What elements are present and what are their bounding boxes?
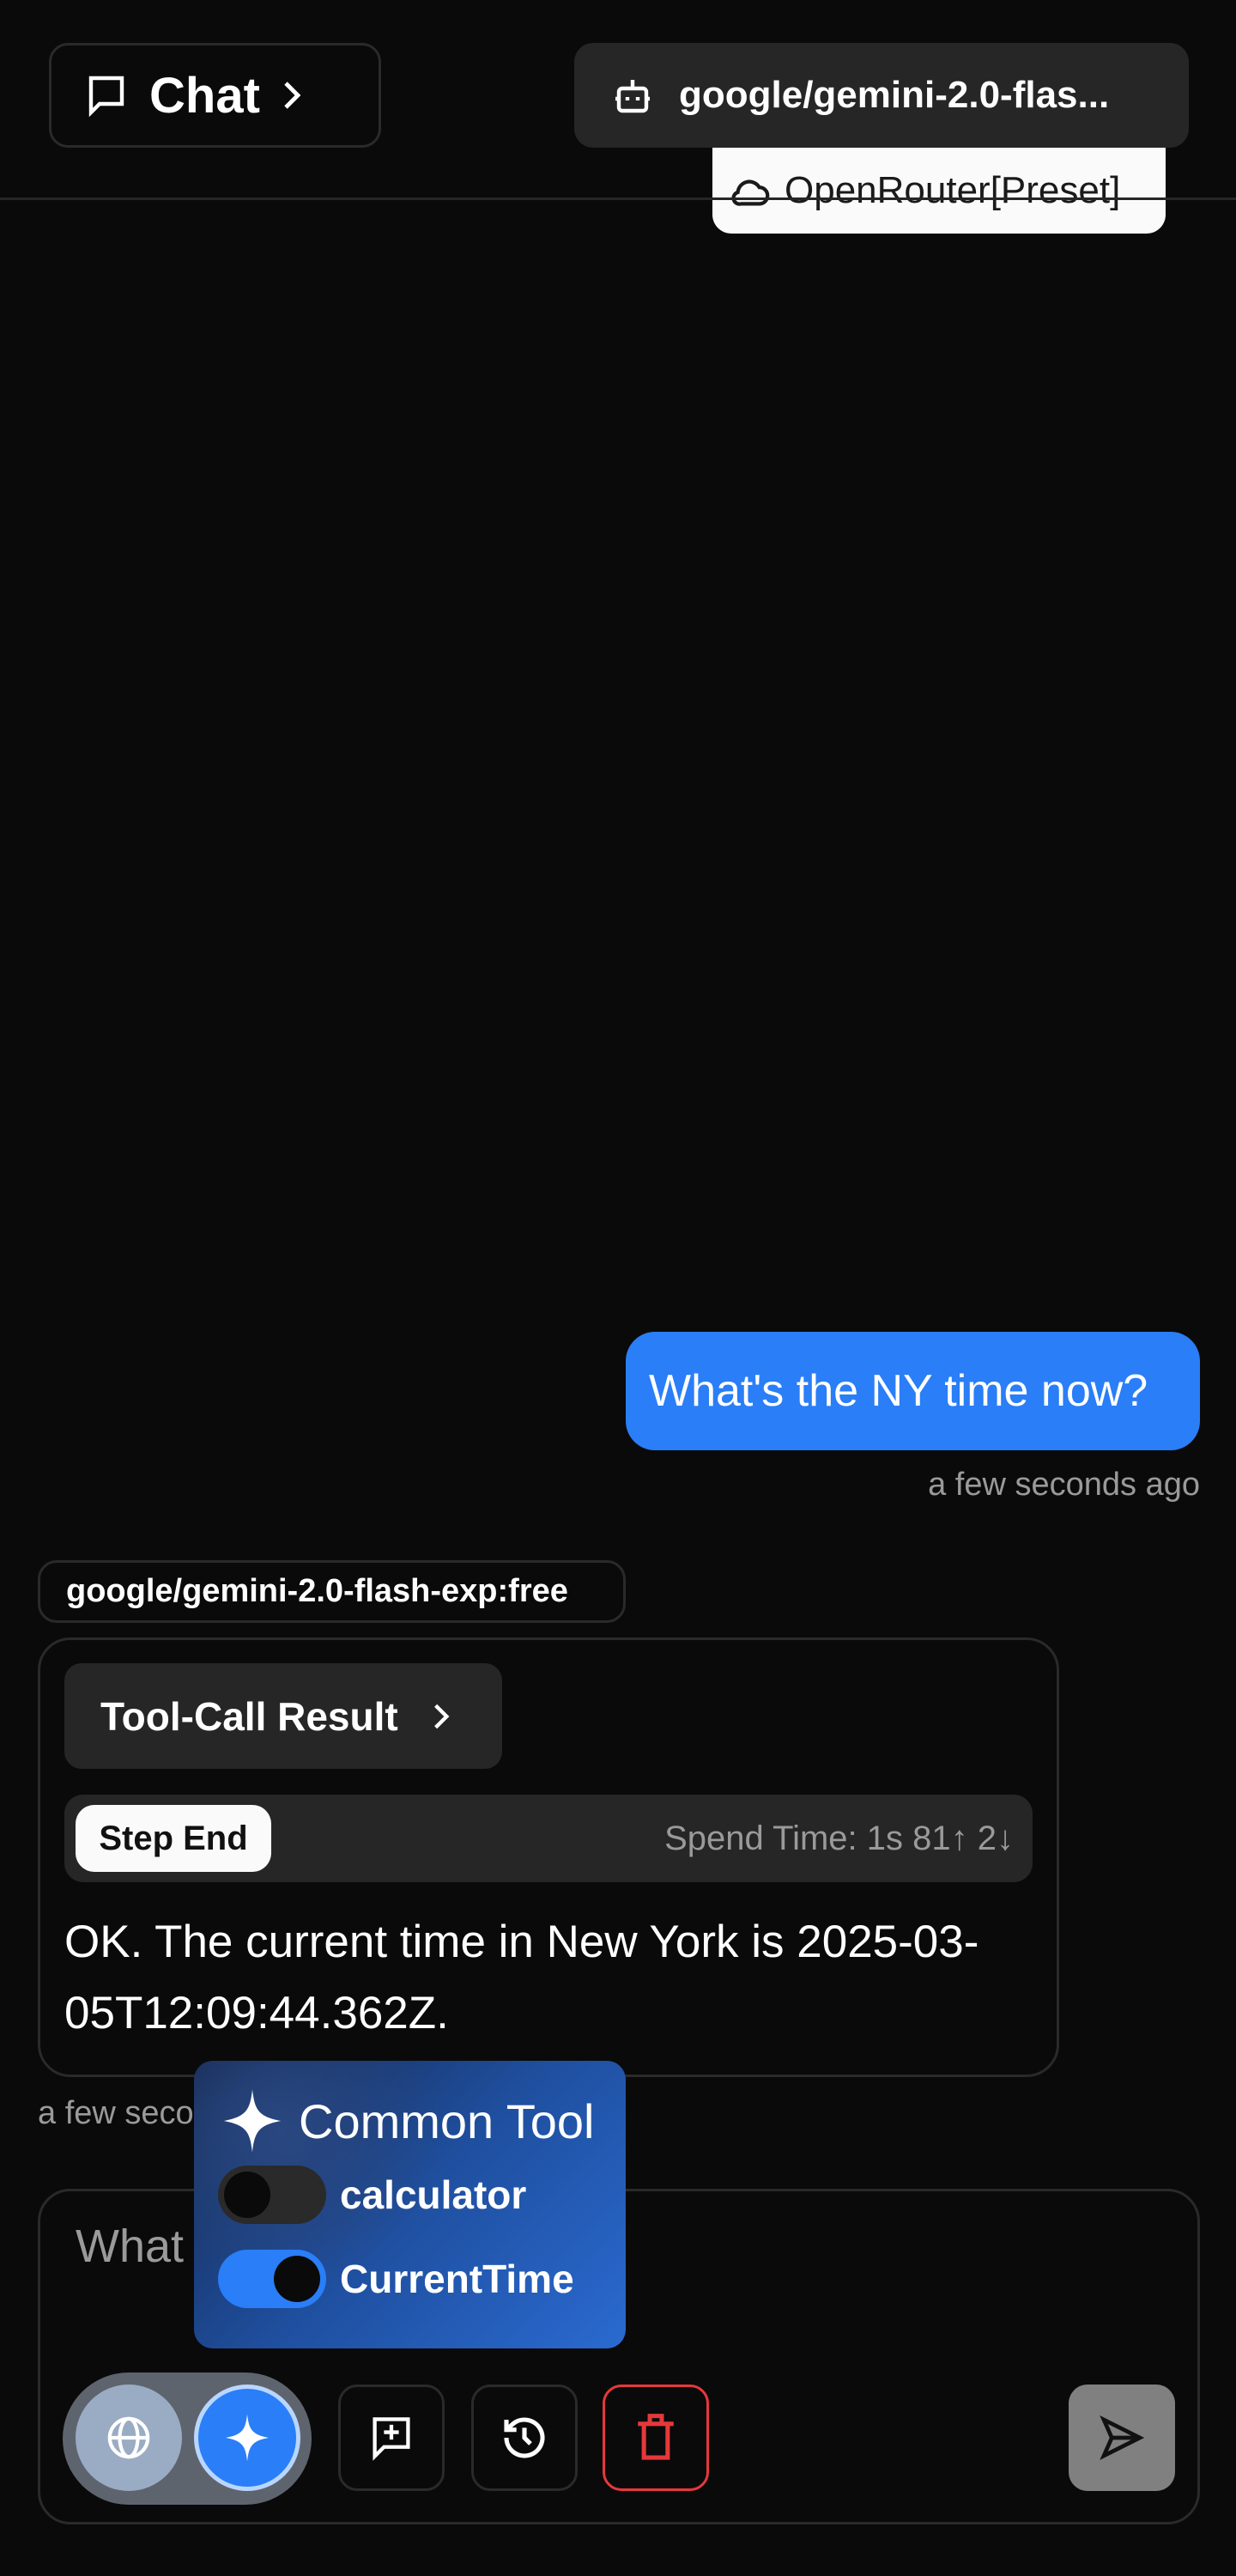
tool-name: calculator: [340, 2172, 527, 2217]
cloud-icon: [730, 172, 772, 210]
sparkle-icon: [218, 2087, 287, 2155]
mode-toggle-group: [63, 2372, 312, 2505]
history-button[interactable]: [471, 2385, 578, 2491]
spend-time-text: Spend Time: 1s 81↑ 2↓: [664, 1819, 1014, 1857]
assistant-model-chip: google/gemini-2.0-flash-exp:free: [38, 1560, 626, 1623]
chevron-right-icon: [433, 1702, 450, 1731]
step-info-row: Step End Spend Time: 1s 81↑ 2↓: [64, 1795, 1033, 1882]
popup-title-text: Common Tool: [299, 2093, 595, 2148]
bot-icon: [612, 75, 653, 116]
globe-icon: [105, 2414, 153, 2462]
web-search-button[interactable]: [76, 2385, 182, 2491]
chat-menu-button[interactable]: Chat: [49, 43, 381, 148]
toggle-switch-off[interactable]: [218, 2166, 326, 2224]
send-icon: [1098, 2414, 1146, 2462]
step-end-badge: Step End: [76, 1805, 271, 1872]
toggle-switch-on[interactable]: [218, 2250, 326, 2308]
provider-tag: OpenRouter[Preset]: [712, 148, 1166, 234]
assistant-model-label: google/gemini-2.0-flash-exp:free: [66, 1573, 568, 1609]
message-plus-icon: [369, 2414, 414, 2462]
send-button[interactable]: [1069, 2385, 1175, 2491]
tools-popup: Common Tool calculator CurrentTime: [194, 2061, 626, 2348]
tool-call-result-button[interactable]: Tool-Call Result: [64, 1663, 502, 1769]
chevron-right-icon: [282, 80, 301, 111]
chat-input-placeholder[interactable]: What: [76, 2220, 184, 2273]
user-message-text: What's the NY time now?: [649, 1366, 1148, 1416]
chat-label: Chat: [149, 67, 260, 124]
assistant-message-text: OK. The current time in New York is 2025…: [64, 1917, 979, 2038]
new-chat-button[interactable]: [338, 2385, 445, 2491]
message-square-icon: [86, 73, 127, 118]
clear-chat-button[interactable]: [603, 2385, 709, 2491]
tools-button[interactable]: [194, 2385, 300, 2491]
tool-toggle-calculator[interactable]: calculator: [218, 2166, 526, 2224]
trash-icon: [633, 2412, 678, 2464]
history-icon: [500, 2414, 548, 2462]
user-message-bubble: What's the NY time now?: [626, 1332, 1200, 1450]
sparkle-icon: [221, 2412, 273, 2464]
model-selector-button[interactable]: google/gemini-2.0-flas...: [574, 43, 1189, 148]
model-label: google/gemini-2.0-flas...: [679, 74, 1110, 116]
provider-label: OpenRouter[Preset]: [785, 169, 1121, 211]
tool-toggle-currenttime[interactable]: CurrentTime: [218, 2250, 574, 2308]
tool-name: CurrentTime: [340, 2257, 574, 2301]
tool-call-label: Tool-Call Result: [100, 1693, 398, 1739]
header-divider: [0, 197, 1236, 200]
popup-title: Common Tool: [218, 2087, 594, 2155]
user-message-timestamp: a few seconds ago: [928, 1467, 1200, 1503]
